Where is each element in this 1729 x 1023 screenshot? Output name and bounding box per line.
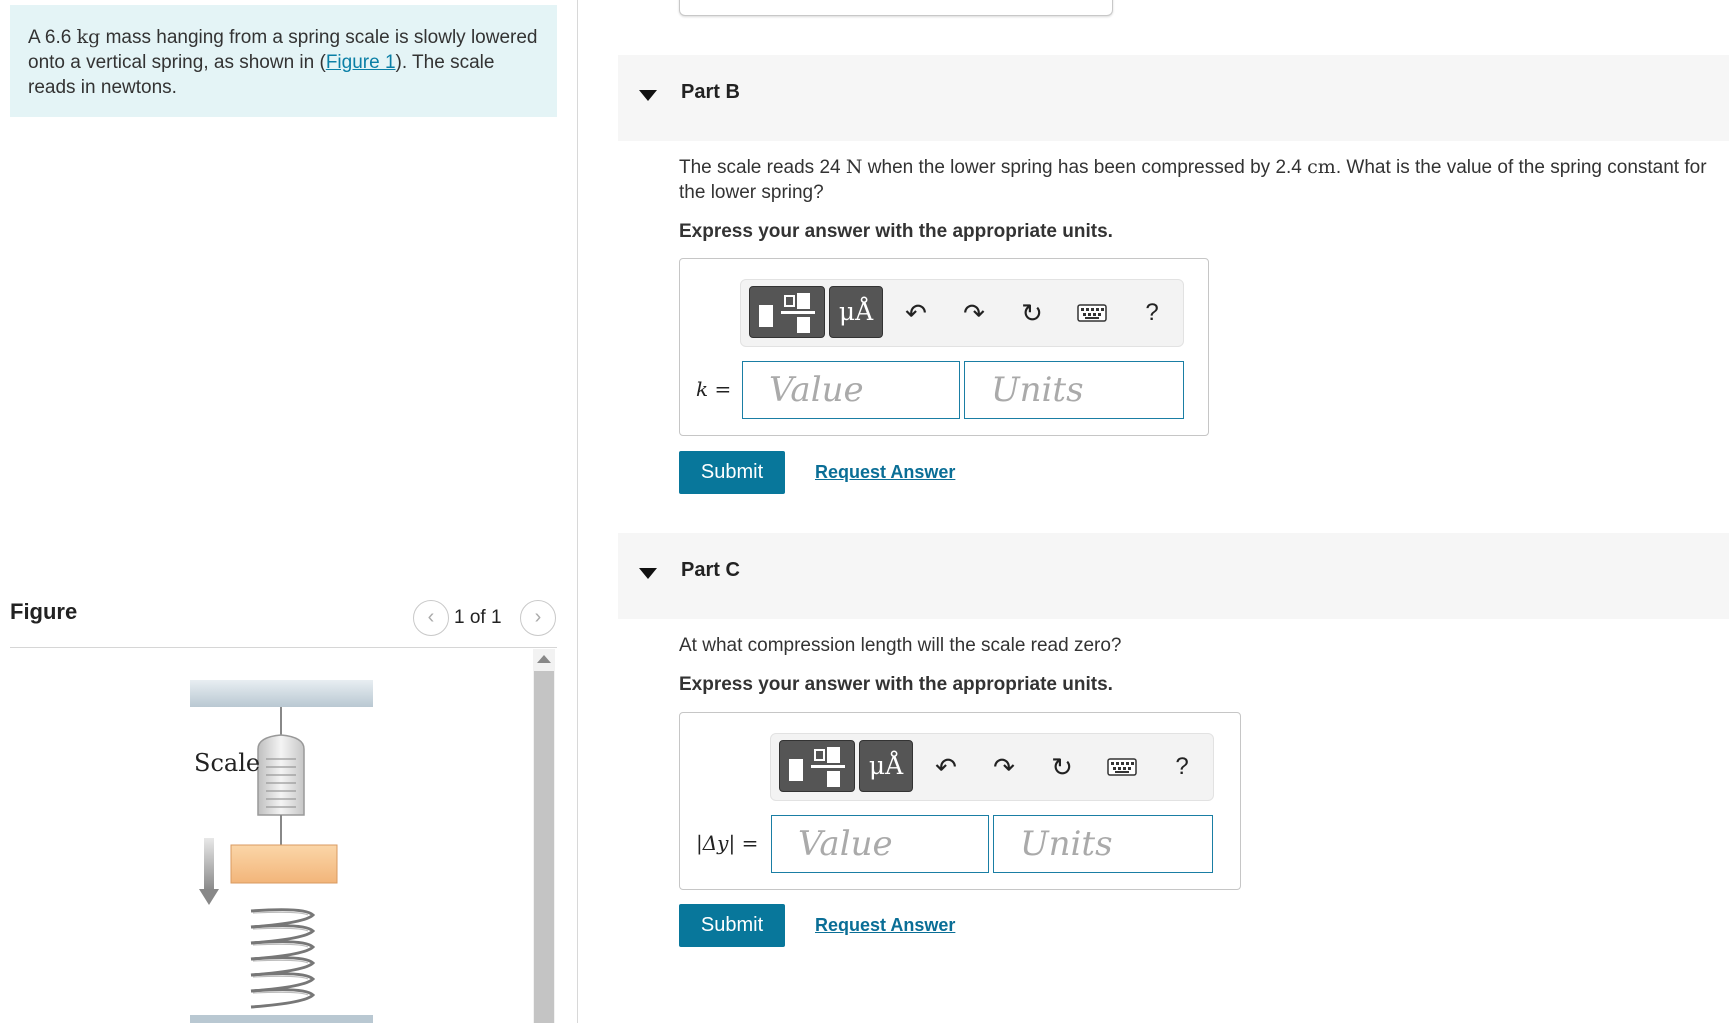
variable-label: k = — [696, 377, 732, 401]
value-input[interactable]: Value — [771, 815, 989, 873]
templates-icon[interactable] — [749, 286, 825, 338]
previous-answer-box — [679, 0, 1113, 16]
problem-text: A 6.6 — [28, 27, 77, 48]
figure-title: Figure — [10, 599, 78, 624]
scroll-up-icon[interactable] — [537, 655, 551, 663]
chevron-left-icon[interactable]: ‹ — [413, 600, 449, 636]
request-answer-link[interactable]: Request Answer — [815, 462, 955, 483]
part-c-question: At what compression length will the scal… — [679, 635, 1122, 656]
ceiling — [190, 680, 373, 707]
submit-button[interactable]: Submit — [679, 904, 785, 947]
keyboard-icon[interactable] — [1105, 750, 1139, 784]
keyboard-icon[interactable] — [1075, 296, 1109, 330]
templates-icon[interactable] — [779, 740, 855, 792]
units-input[interactable]: Units — [993, 815, 1213, 873]
units-icon[interactable]: μÅ — [859, 740, 913, 792]
undo-icon[interactable]: ↶ — [929, 750, 963, 784]
problem-statement: A 6.6 kg mass hanging from a spring scal… — [10, 5, 557, 117]
figure-image: Scale — [10, 649, 557, 1023]
math-toolbar: μÅ ↶ ↷ ↻ ? — [740, 279, 1184, 347]
part-c-title: Part C — [681, 559, 740, 581]
arrow-down-icon — [199, 889, 219, 905]
part-b-title: Part B — [681, 81, 740, 103]
spring-scale-diagram: Scale — [190, 680, 373, 1023]
figure-link[interactable]: Figure 1 — [326, 52, 396, 73]
floor — [190, 1015, 373, 1023]
units-input[interactable]: Units — [964, 361, 1184, 419]
part-c-answer-box: μÅ ↶ ↷ ↻ ? |Δy| = Value Units — [679, 712, 1241, 890]
figure-scrollbar[interactable] — [533, 649, 555, 1023]
scroll-thumb[interactable] — [534, 671, 554, 1023]
units-label: μÅ — [838, 297, 874, 326]
scale-label: Scale — [194, 749, 260, 777]
help-icon[interactable]: ? — [1165, 750, 1199, 784]
request-answer-link[interactable]: Request Answer — [815, 915, 955, 936]
mass-block — [230, 844, 338, 884]
part-c-instruction: Express your answer with the appropriate… — [679, 674, 1113, 695]
reset-icon[interactable]: ↻ — [1015, 296, 1049, 330]
reset-icon[interactable]: ↻ — [1045, 750, 1079, 784]
undo-icon[interactable]: ↶ — [899, 296, 933, 330]
part-c-header[interactable]: Part C — [618, 533, 1729, 619]
figure-header: Figure ‹ 1 of 1 › — [10, 590, 557, 648]
units-icon[interactable]: μÅ — [829, 286, 883, 338]
left-panel: A 6.6 kg mass hanging from a spring scal… — [0, 0, 578, 1023]
part-b-answer-box: μÅ ↶ ↷ ↻ ? k = Value Units — [679, 258, 1209, 436]
part-b-header[interactable]: Part B — [618, 55, 1729, 141]
part-b-instruction: Express your answer with the appropriate… — [679, 221, 1113, 242]
math-toolbar: μÅ ↶ ↷ ↻ ? — [770, 733, 1214, 801]
part-b-question: The scale reads 24 N when the lower spri… — [679, 155, 1719, 205]
collapse-icon[interactable] — [639, 90, 657, 101]
question-text: The scale reads 24 — [679, 157, 846, 178]
variable-label: |Δy| = — [696, 831, 759, 855]
chevron-right-icon[interactable]: › — [520, 600, 556, 636]
value-input[interactable]: Value — [742, 361, 960, 419]
figure-pager: 1 of 1 — [454, 607, 502, 628]
question-text: when the lower spring has been compresse… — [862, 157, 1308, 178]
mass-unit: kg — [76, 26, 101, 48]
length-unit: cm — [1307, 156, 1336, 178]
help-icon[interactable]: ? — [1135, 296, 1169, 330]
submit-button[interactable]: Submit — [679, 451, 785, 494]
redo-icon[interactable]: ↷ — [957, 296, 991, 330]
force-unit: N — [845, 156, 863, 178]
collapse-icon[interactable] — [639, 568, 657, 579]
redo-icon[interactable]: ↷ — [987, 750, 1021, 784]
units-label: μÅ — [868, 751, 904, 780]
